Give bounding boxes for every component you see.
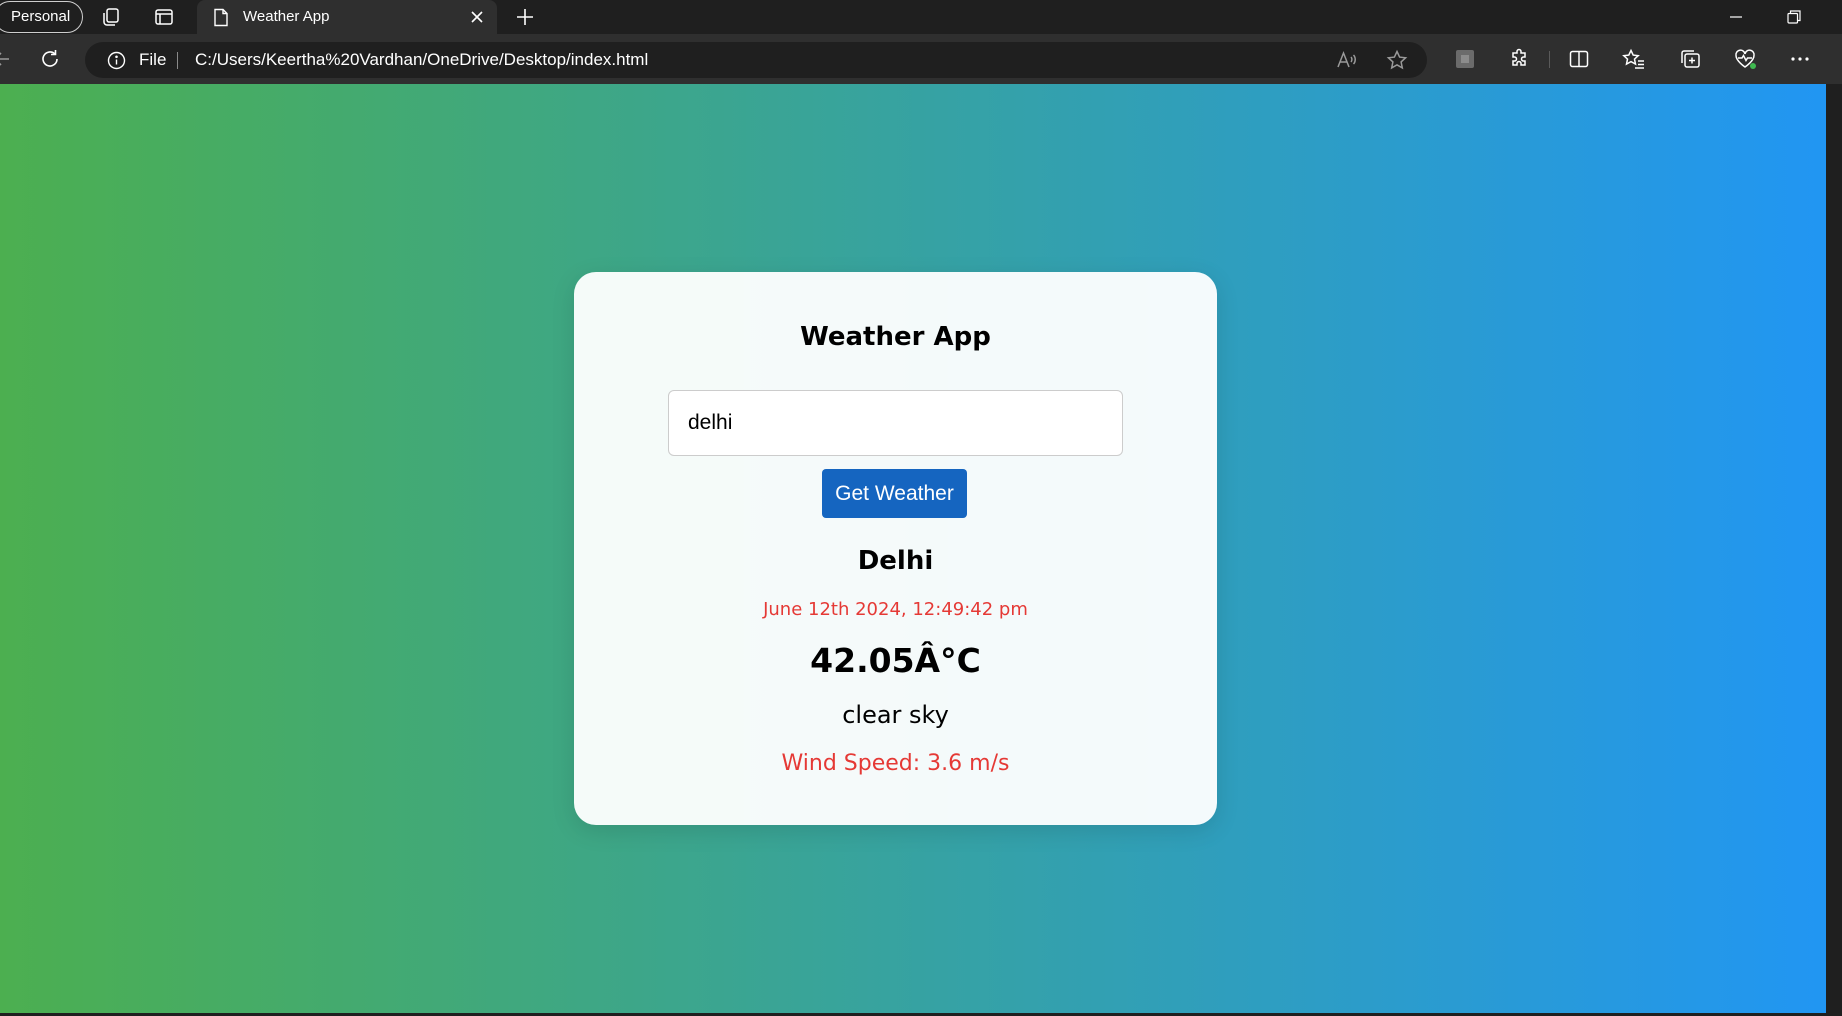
extensions-puzzle-icon[interactable] (1507, 47, 1531, 71)
scrollbar-track[interactable] (1826, 84, 1842, 1013)
tab-weather-app[interactable]: Weather App (197, 0, 497, 34)
refresh-icon[interactable] (38, 47, 62, 71)
back-arrow-icon[interactable] (0, 47, 14, 71)
tab-title: Weather App (243, 8, 330, 25)
profile-button[interactable]: Personal (0, 1, 84, 33)
temperature-text: 42.05Â°C (810, 641, 981, 680)
info-icon[interactable] (107, 51, 126, 70)
browser-toolbar: File C:/Users/Keertha%20Vardhan/OneDrive… (0, 34, 1842, 84)
browser-essentials-icon[interactable] (1733, 47, 1757, 71)
app-title: Weather App (800, 322, 991, 352)
restore-icon[interactable] (1781, 4, 1807, 30)
city-name: Delhi (857, 546, 934, 576)
get-weather-button[interactable]: Get Weather (822, 469, 967, 518)
weather-card: Weather App Get Weather Delhi June 12th … (574, 272, 1217, 825)
split-screen-icon[interactable] (1567, 47, 1591, 71)
favorite-star-icon[interactable] (1385, 48, 1409, 72)
close-tab-icon[interactable] (469, 9, 485, 25)
document-icon (213, 8, 229, 27)
weather-description: clear sky (842, 701, 949, 729)
new-tab-icon[interactable] (513, 5, 537, 29)
date-time-text: June 12th 2024, 12:49:42 pm (763, 599, 1028, 620)
address-bar[interactable]: File C:/Users/Keertha%20Vardhan/OneDrive… (85, 42, 1427, 78)
extension-square-icon[interactable] (1453, 47, 1477, 71)
collections-icon[interactable] (1678, 47, 1702, 71)
address-separator (177, 52, 178, 69)
tab-strip: Personal Weather App (0, 0, 1842, 34)
workspaces-icon[interactable] (99, 5, 123, 29)
city-search-input[interactable] (668, 390, 1123, 456)
tab-actions-icon[interactable] (152, 5, 176, 29)
minimize-icon[interactable] (1723, 4, 1749, 30)
toolbar-separator (1549, 51, 1550, 68)
read-aloud-icon[interactable] (1335, 48, 1359, 72)
favorites-icon[interactable] (1622, 47, 1646, 71)
site-info-label[interactable]: File (139, 42, 166, 78)
page-viewport: Weather App Get Weather Delhi June 12th … (0, 84, 1826, 1013)
more-menu-icon[interactable] (1788, 47, 1812, 71)
url-text[interactable]: C:/Users/Keertha%20Vardhan/OneDrive/Desk… (195, 42, 648, 78)
wind-speed-text: Wind Speed: 3.6 m/s (781, 751, 1010, 776)
